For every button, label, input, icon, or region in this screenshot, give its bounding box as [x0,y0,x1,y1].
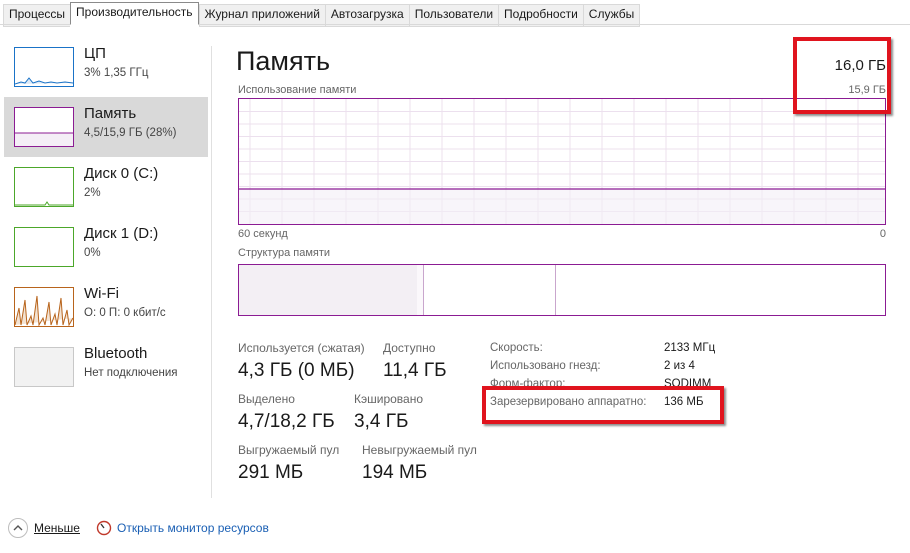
open-resource-monitor-link[interactable]: Открыть монитор ресурсов [117,521,269,535]
sidebar-item-disk0[interactable]: Диск 0 (C:) 2% [4,157,208,217]
slots-value: 2 из 4 [664,360,695,372]
sidebar-item-label: ЦП [84,45,106,62]
sidebar-item-value: Нет подключения [84,367,178,379]
tab-services[interactable]: Службы [582,4,641,27]
sidebar-item-label: Диск 0 (C:) [84,165,159,182]
graph-time-end: 0 [879,228,886,240]
slots-label: Использовано гнезд: [490,360,601,372]
paged-pool-value: 291 МБ [238,462,304,483]
sidebar-item-label: Память [84,105,137,122]
sidebar-item-memory[interactable]: Память 4,5/15,9 ГБ (28%) [4,97,208,157]
sidebar-item-bluetooth[interactable]: Bluetooth Нет подключения [4,337,208,397]
page-title: Память [236,46,331,76]
tab-processes[interactable]: Процессы [3,4,71,27]
nonpaged-pool-label: Невыгружаемый пул [362,443,477,457]
sidebar-divider [211,46,212,498]
sidebar-item-value: 4,5/15,9 ГБ (28%) [84,127,177,139]
tab-app-history[interactable]: Журнал приложений [198,4,325,27]
chevron-up-icon[interactable] [8,518,28,538]
sidebar-item-label: Bluetooth [84,345,148,362]
tab-details[interactable]: Подробности [498,4,583,27]
graph-time-span: 60 секунд [238,228,288,240]
highlight-hardware-reserved [482,386,724,424]
in-use-label: Используется (сжатая) [238,341,365,355]
cached-value: 3,4 ГБ [354,411,409,432]
nonpaged-pool-value: 194 МБ [362,462,428,483]
in-use-value: 4,3 ГБ (0 МБ) [238,360,355,381]
tab-startup[interactable]: Автозагрузка [324,4,409,27]
highlight-total-memory [793,37,891,114]
structure-in-use [239,265,418,315]
structure-modified [417,265,424,315]
tab-users[interactable]: Пользователи [408,4,499,27]
paged-pool-label: Выгружаемый пул [238,443,340,457]
disk0-thumbnail-graph [14,167,74,207]
tab-bar: Процессы Производительность Журнал прило… [0,0,910,27]
footer: Меньше Открыть монитор ресурсов [8,518,269,538]
structure-standby [424,265,556,315]
sidebar-item-label: Диск 1 (D:) [84,225,159,242]
committed-label: Выделено [238,392,295,406]
memory-thumbnail-graph [14,107,74,147]
sidebar-item-label: Wi-Fi [84,285,119,302]
sidebar-item-value: 3% 1,35 ГГц [84,67,149,79]
speed-label: Скорость: [490,342,543,354]
disk1-thumbnail-graph [14,227,74,267]
committed-value: 4,7/18,2 ГБ [238,411,335,432]
available-value: 11,4 ГБ [383,360,447,381]
sidebar-item-disk1[interactable]: Диск 1 (D:) 0% [4,217,208,277]
sidebar-item-cpu[interactable]: ЦП 3% 1,35 ГГц [4,37,208,97]
available-label: Доступно [383,341,436,355]
bluetooth-thumbnail-graph [14,347,74,387]
wifi-thumbnail-graph [14,287,74,327]
cpu-thumbnail-graph [14,47,74,87]
cached-label: Кэшировано [354,392,424,406]
memory-usage-graph [238,98,886,225]
graph-label: Использование памяти [238,84,357,96]
structure-label: Структура памяти [238,247,331,259]
sidebar-item-wifi[interactable]: Wi-Fi О: 0 П: 0 кбит/с [4,277,208,337]
sidebar-item-value: 2% [84,187,101,199]
speed-value: 2133 МГц [664,342,716,354]
sidebar-item-value: О: 0 П: 0 кбит/с [84,307,166,319]
fewer-details-link[interactable]: Меньше [34,521,80,535]
memory-usage-area [239,189,885,224]
sidebar-item-value: 0% [84,247,101,259]
memory-structure-bar [238,264,886,316]
tab-performance[interactable]: Производительность [70,2,199,25]
resource-monitor-icon [96,520,112,536]
